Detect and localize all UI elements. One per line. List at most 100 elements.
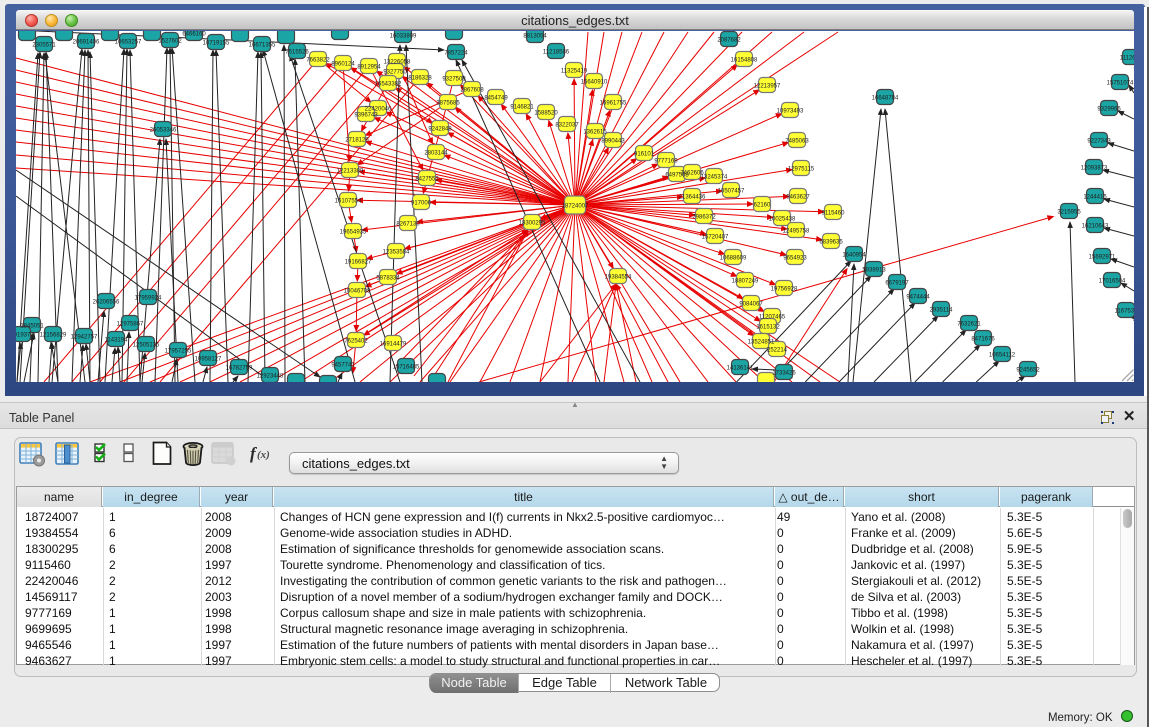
svg-text:9227343: 9227343	[1087, 139, 1111, 145]
svg-text:3919377: 3919377	[16, 333, 34, 339]
svg-text:9329966: 9329966	[1097, 107, 1121, 113]
svg-text:8454749: 8454749	[484, 96, 508, 102]
svg-text:9654923: 9654923	[783, 256, 807, 262]
svg-text:13245374: 13245374	[701, 175, 728, 181]
svg-text:7625402: 7625402	[344, 339, 368, 345]
svg-text:1112685: 1112685	[1120, 56, 1134, 62]
svg-text:8960124: 8960124	[331, 62, 355, 68]
svg-text:12093873: 12093873	[1081, 166, 1108, 172]
svg-text:16671355: 16671355	[249, 43, 276, 49]
svg-text:3215955: 3215955	[1057, 210, 1081, 216]
svg-text:16914479: 16914479	[380, 342, 407, 348]
svg-text:10507457: 10507457	[718, 189, 745, 195]
svg-text:3875685: 3875685	[436, 101, 460, 107]
svg-text:2867608: 2867608	[460, 88, 484, 94]
svg-text:26053346: 26053346	[150, 128, 177, 134]
svg-text:2718126: 2718126	[345, 138, 369, 144]
svg-text:1588520: 1588520	[534, 111, 558, 117]
svg-text:7857224: 7857224	[444, 51, 468, 57]
svg-text:252214: 252214	[767, 348, 788, 354]
svg-text:15692971: 15692971	[1089, 255, 1116, 261]
svg-text:6679197: 6679197	[885, 281, 909, 287]
svg-text:10025438: 10025438	[769, 217, 796, 223]
svg-text:16154808: 16154808	[731, 58, 758, 64]
svg-text:12353584: 12353584	[383, 250, 410, 256]
svg-text:7485063: 7485063	[785, 139, 809, 145]
svg-text:6839635: 6839635	[819, 240, 843, 246]
svg-text:12975867: 12975867	[117, 322, 144, 328]
svg-text:15716485: 15716485	[393, 365, 420, 371]
svg-text:11325419: 11325419	[561, 69, 588, 75]
svg-text:9115460: 9115460	[822, 211, 846, 217]
svg-text:1640954: 1640954	[842, 253, 866, 259]
svg-text:12923448: 12923448	[257, 374, 284, 380]
svg-text:8427552: 8427552	[415, 177, 439, 183]
svg-text:10973493: 10973493	[777, 109, 804, 115]
svg-text:62160: 62160	[754, 203, 771, 209]
svg-text:8912954: 8912954	[357, 65, 381, 71]
svg-text:11218586: 11218586	[543, 50, 570, 56]
svg-text:15720407: 15720407	[702, 235, 729, 241]
svg-text:1733426: 1733426	[772, 371, 796, 377]
svg-text:12975115: 12975115	[788, 167, 815, 173]
svg-text:1143194: 1143194	[105, 338, 129, 344]
svg-text:16648784: 16648784	[872, 96, 899, 102]
svg-text:1244415: 1244415	[1083, 195, 1107, 201]
svg-text:9463627: 9463627	[786, 195, 810, 201]
svg-text:16033809: 16033809	[390, 34, 417, 40]
svg-text:16107554: 16107554	[335, 199, 362, 205]
svg-text:17959924: 17959924	[135, 296, 162, 302]
svg-text:2803144: 2803144	[424, 151, 448, 157]
svg-text:2935114: 2935114	[930, 308, 954, 314]
svg-text:8322037: 8322037	[555, 123, 579, 129]
svg-text:14136141: 14136141	[727, 366, 754, 372]
svg-text:9242848: 9242848	[428, 127, 452, 133]
svg-text:19654935: 19654935	[340, 230, 367, 236]
svg-text:16543382: 16543382	[375, 82, 402, 88]
svg-text:916101: 916101	[634, 152, 655, 158]
svg-text:10958127: 10958127	[195, 357, 222, 363]
svg-text:10046708: 10046708	[344, 289, 371, 295]
svg-text:917006: 917006	[411, 201, 432, 207]
svg-text:19384554: 19384554	[605, 275, 632, 281]
svg-text:2305571: 2305571	[32, 43, 56, 49]
svg-text:1845051: 1845051	[20, 324, 44, 330]
svg-text:9327508: 9327508	[442, 77, 466, 83]
svg-text:10688609: 10688609	[720, 256, 747, 262]
svg-text:13524851: 13524851	[748, 340, 775, 346]
svg-text:9457741: 9457741	[331, 363, 355, 369]
svg-text:2087682: 2087682	[717, 38, 741, 44]
svg-text:7632621: 7632621	[957, 322, 981, 328]
svg-text:16961755: 16961755	[600, 101, 627, 107]
svg-text:7663822: 7663822	[306, 58, 330, 64]
svg-text:12156829: 12156829	[40, 333, 67, 339]
svg-text:26206556: 26206556	[93, 300, 120, 306]
svg-text:1615132: 1615132	[756, 325, 780, 331]
svg-text:9245652: 9245652	[1016, 368, 1040, 374]
svg-text:9474444: 9474444	[906, 295, 930, 301]
svg-text:10653257: 10653257	[115, 40, 142, 46]
svg-text:19166827: 19166827	[345, 260, 372, 266]
svg-text:12213389: 12213389	[337, 169, 364, 175]
svg-text:1362615: 1362615	[583, 130, 607, 136]
svg-text:10719155: 10719155	[203, 41, 230, 47]
svg-text:19756928: 19756928	[771, 287, 798, 293]
svg-text:13226058: 13226058	[384, 60, 411, 66]
svg-text:12505135: 12505135	[133, 343, 160, 349]
svg-text:8813054: 8813054	[523, 34, 547, 40]
svg-text:8267130: 8267130	[396, 222, 420, 228]
svg-text:18300295: 18300295	[519, 221, 546, 227]
svg-text:17016504: 17016504	[1099, 279, 1126, 285]
svg-text:18724007: 18724007	[562, 204, 589, 210]
svg-text:9146821: 9146821	[510, 105, 534, 111]
svg-text:8186328: 8186328	[408, 76, 432, 82]
svg-text:9084067: 9084067	[739, 302, 763, 308]
svg-text:1527602: 1527602	[158, 39, 182, 45]
svg-text:7515526: 7515526	[285, 50, 309, 56]
svg-text:15751074: 15751074	[1107, 81, 1134, 87]
svg-text:16210643: 16210643	[1082, 224, 1109, 230]
svg-text:9777169: 9777169	[654, 159, 678, 165]
svg-text:5878334: 5878334	[376, 276, 400, 282]
svg-text:21364436: 21364436	[679, 195, 706, 201]
svg-text:5938913: 5938913	[862, 268, 886, 274]
